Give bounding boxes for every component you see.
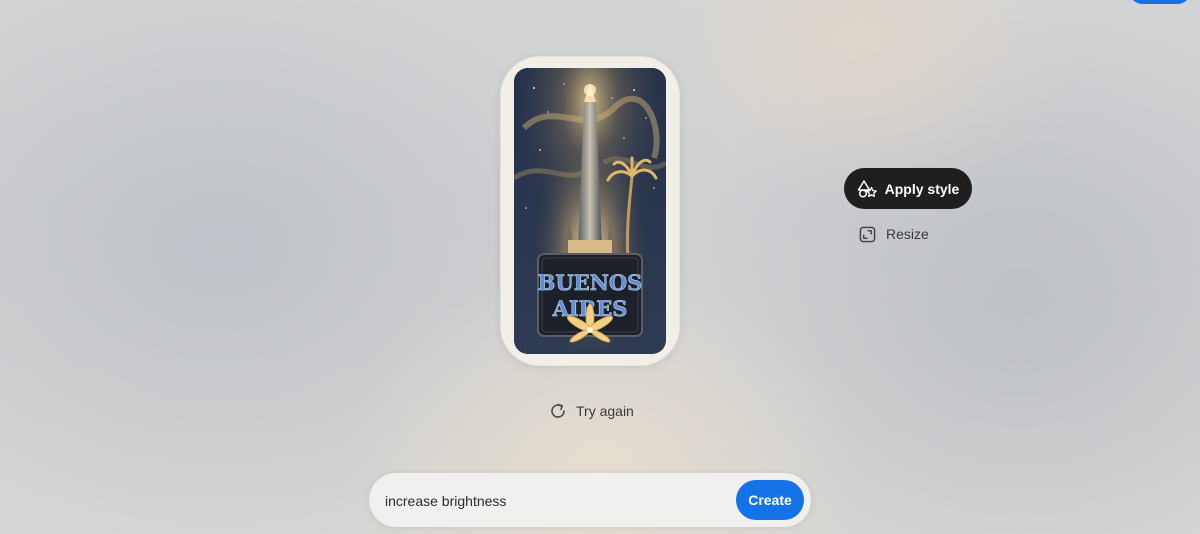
apply-style-button[interactable]: Apply style xyxy=(844,168,972,209)
try-again-button[interactable]: Try again xyxy=(548,398,634,424)
resize-button[interactable]: Resize xyxy=(859,222,929,246)
top-right-button[interactable] xyxy=(1128,0,1192,4)
generated-image-card[interactable]: BUENOS AIRES xyxy=(500,56,680,366)
poster-title-line1: BUENOS xyxy=(538,270,643,295)
generated-poster-image: BUENOS AIRES xyxy=(514,68,666,354)
shapes-icon xyxy=(857,179,877,198)
prompt-bar: Create xyxy=(369,473,811,527)
resize-icon xyxy=(859,226,876,242)
refresh-icon xyxy=(551,403,565,418)
prompt-input[interactable] xyxy=(383,487,727,515)
try-again-label: Try again xyxy=(576,403,634,419)
create-button[interactable]: Create xyxy=(736,480,804,520)
apply-style-label: Apply style xyxy=(884,180,960,197)
resize-label: Resize xyxy=(886,226,929,242)
poster-artwork: BUENOS AIRES xyxy=(514,68,666,354)
